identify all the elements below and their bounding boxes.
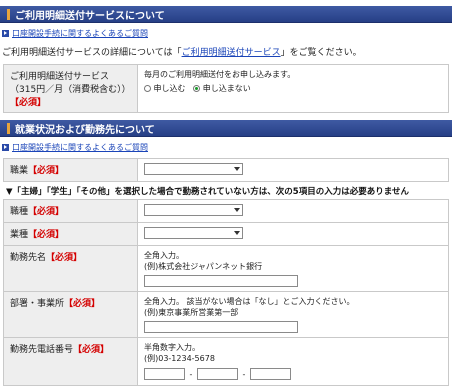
industry-value-cell (137, 222, 449, 246)
industry-label-cell: 業種【必須】 (3, 222, 138, 246)
required-mark: 【必須】 (28, 207, 65, 217)
intro-text: ご利用明細送付サービスの詳細については「ご利用明細送付サービス」をご覧ください。 (2, 45, 362, 58)
statement-service-label: ご利用明細送付サービス（315円／月（消費税含む）） (10, 72, 131, 95)
employer-label-cell: 勤務先名【必須】 (3, 245, 138, 292)
chevron-down-icon (231, 228, 242, 238)
department-hint: 全角入力。 該当がない場合は「なし」とご入力ください。 (144, 297, 355, 306)
phone-area-input[interactable] (144, 368, 185, 380)
phone-exchange-input[interactable] (197, 368, 238, 380)
faq-link-text[interactable]: 口座開設手続に関するよくあるご質問 (12, 28, 148, 39)
required-mark: 【必須】 (73, 345, 110, 355)
phone-label-cell: 勤務先電話番号【必須】 (3, 337, 138, 386)
department-label: 部署・事業所 (10, 299, 65, 309)
radio-apply[interactable] (144, 85, 151, 92)
section-title: 就業状況および勤務先について (15, 124, 155, 136)
industry-label: 業種 (10, 230, 29, 240)
statement-service-link[interactable]: ご利用明細送付サービス (182, 48, 281, 58)
phone-separator: - (189, 369, 193, 379)
statement-service-label-cell: ご利用明細送付サービス（315円／月（消費税含む）） 【必須】 (3, 64, 138, 113)
department-input[interactable] (144, 321, 298, 333)
phone-value-cell: 半角数字入力。 (例)03-1234-5678 - - (137, 337, 449, 386)
statement-service-table: ご利用明細送付サービス（315円／月（消費税含む）） 【必須】 毎月のご利用明細送… (3, 64, 449, 113)
phone-hint: 半角数字入力。 (144, 343, 200, 352)
radio-not-apply-label[interactable]: 申し込まない (203, 84, 251, 93)
faq-link-text[interactable]: 口座開設手続に関するよくあるご質問 (12, 142, 148, 153)
intro-suffix: 」をご覧ください。 (280, 48, 362, 58)
arrow-bullet-icon (2, 144, 9, 151)
chevron-down-icon (231, 205, 242, 215)
phone-label: 勤務先電話番号 (10, 345, 74, 355)
required-mark: 【必須】 (10, 98, 47, 108)
employer-value-cell: 全角入力。 (例)株式会社ジャパンネット銀行 (137, 245, 449, 292)
arrow-bullet-icon (2, 30, 9, 37)
department-value-cell: 全角入力。 該当がない場合は「なし」とご入力ください。 (例)東京事業所営業第一… (137, 291, 449, 338)
statement-service-description: 毎月のご利用明細送付をお申し込みます。 (144, 70, 296, 79)
employer-hint: 全角入力。 (144, 251, 184, 260)
section-title: ご利用明細送付サービスについて (15, 10, 165, 22)
employer-example: (例)株式会社ジャパンネット銀行 (144, 262, 263, 271)
occupation-table: 職業【必須】 (3, 158, 449, 182)
occupation-label-cell: 職業【必須】 (3, 158, 138, 182)
industry-select[interactable] (144, 227, 243, 239)
occupation-select[interactable] (144, 163, 243, 175)
required-mark: 【必須】 (46, 253, 83, 263)
radio-apply-label[interactable]: 申し込む (154, 84, 186, 93)
phone-separator: - (242, 369, 246, 379)
required-mark: 【必須】 (64, 299, 101, 309)
section-header-employment: 就業状況および勤務先について (0, 120, 452, 137)
skip-notice: ▼「主婦」「学生」「その他」を選択した場合で勤務されていない方は、次の5項目の入… (6, 187, 409, 197)
job-type-value-cell (137, 199, 449, 223)
phone-example: (例)03-1234-5678 (144, 354, 215, 363)
job-type-label: 職種 (10, 207, 29, 217)
employer-input[interactable] (144, 275, 298, 287)
required-mark: 【必須】 (28, 230, 65, 240)
faq-link[interactable]: 口座開設手続に関するよくあるご質問 (2, 28, 148, 39)
header-accent-bar (7, 122, 10, 134)
job-type-select[interactable] (144, 204, 243, 216)
occupation-value-cell (137, 158, 449, 182)
section-header-statement-service: ご利用明細送付サービスについて (0, 6, 452, 23)
job-type-label-cell: 職種【必須】 (3, 199, 138, 223)
required-mark: 【必須】 (28, 166, 65, 176)
department-example: (例)東京事業所営業第一部 (144, 308, 239, 317)
radio-not-apply[interactable] (193, 85, 201, 92)
occupation-label: 職業 (10, 166, 29, 176)
phone-number-input[interactable] (250, 368, 291, 380)
chevron-down-icon (231, 164, 242, 174)
header-accent-bar (7, 8, 10, 20)
department-label-cell: 部署・事業所【必須】 (3, 291, 138, 338)
employer-label: 勤務先名 (10, 253, 47, 263)
intro-prefix: ご利用明細送付サービスの詳細については「 (2, 48, 182, 58)
faq-link[interactable]: 口座開設手続に関するよくあるご質問 (2, 142, 148, 153)
employment-details-table: 職種【必須】 業種【必須】 勤務先名【必須】 全角入力。 (例)株式会社ジャパン… (3, 199, 449, 386)
statement-service-value-cell: 毎月のご利用明細送付をお申し込みます。 申し込む 申し込まない (137, 64, 449, 113)
